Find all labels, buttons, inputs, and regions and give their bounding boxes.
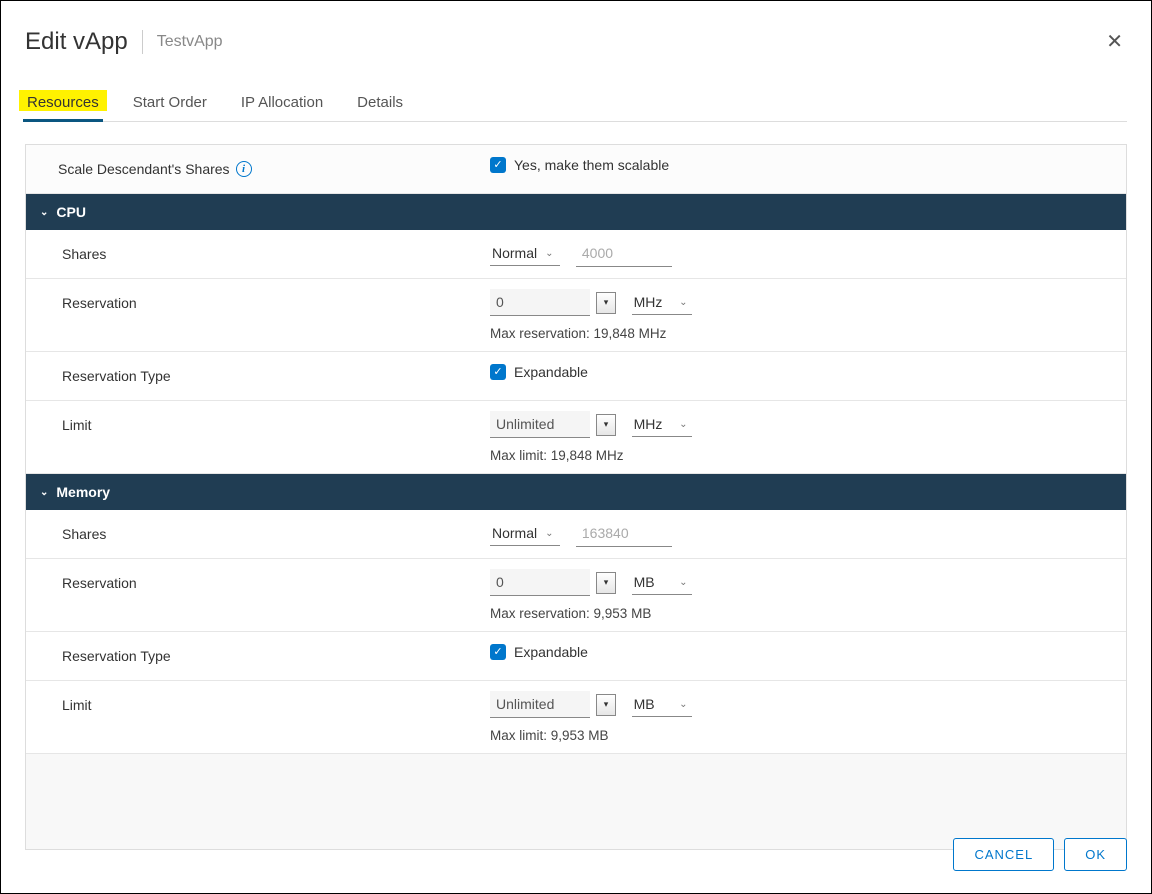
panel-filler xyxy=(26,753,1126,849)
memory-limit-label: Limit xyxy=(26,681,476,753)
tab-label: Resources xyxy=(27,94,99,111)
dialog-header: Edit vApp TestvApp ✕ xyxy=(25,25,1127,58)
memory-limit-row: Limit ▾ MB⌄ Max limit: 9,953 MB xyxy=(26,681,1126,753)
dialog-subtitle: TestvApp xyxy=(157,33,223,51)
tab-resources[interactable]: Resources xyxy=(25,86,101,121)
cpu-reservation-label: Reservation xyxy=(26,279,476,351)
cpu-limit-input[interactable] xyxy=(490,411,590,438)
checkbox-label: Yes, make them scalable xyxy=(514,157,669,173)
memory-shares-row: Shares Normal⌄ xyxy=(26,510,1126,559)
memory-shares-value-input[interactable] xyxy=(576,520,672,547)
cancel-button[interactable]: CANCEL xyxy=(953,838,1054,871)
check-icon: ✓ xyxy=(490,364,506,380)
memory-limit-input[interactable] xyxy=(490,691,590,718)
cpu-limit-unit-select[interactable]: MHz⌄ xyxy=(632,412,692,437)
resources-panel: Scale Descendant's Shares i ✓ Yes, make … xyxy=(25,144,1127,850)
cpu-limit-stepper[interactable]: ▾ xyxy=(596,414,616,436)
dialog-title: Edit vApp xyxy=(25,28,128,56)
divider xyxy=(142,30,143,54)
scale-checkbox[interactable]: ✓ Yes, make them scalable xyxy=(490,157,669,173)
caret-down-icon: ⌄ xyxy=(679,297,687,308)
tab-bar: Resources Start Order IP Allocation Deta… xyxy=(25,86,1127,122)
edit-vapp-dialog: Edit vApp TestvApp ✕ Resources Start Ord… xyxy=(0,0,1152,894)
memory-limit-stepper[interactable]: ▾ xyxy=(596,694,616,716)
memory-reservation-stepper[interactable]: ▾ xyxy=(596,572,616,594)
scale-row: Scale Descendant's Shares i ✓ Yes, make … xyxy=(26,145,1126,194)
checkbox-label: Expandable xyxy=(514,364,588,380)
cpu-limit-label: Limit xyxy=(26,401,476,473)
check-icon: ✓ xyxy=(490,644,506,660)
memory-reservation-row: Reservation ▾ MB⌄ Max reservation: 9,953… xyxy=(26,559,1126,632)
memory-shares-level-select[interactable]: Normal⌄ xyxy=(490,521,560,546)
tab-details[interactable]: Details xyxy=(355,86,405,121)
memory-section-header[interactable]: ⌄ Memory xyxy=(26,474,1126,510)
caret-down-icon: ⌄ xyxy=(679,577,687,588)
cpu-limit-row: Limit ▾ MHz⌄ Max limit: 19,848 MHz xyxy=(26,401,1126,474)
cpu-expandable-checkbox[interactable]: ✓ Expandable xyxy=(490,364,588,380)
section-title: Memory xyxy=(56,484,110,500)
memory-reservation-input[interactable] xyxy=(490,569,590,596)
memory-reservation-label: Reservation xyxy=(26,559,476,631)
cpu-reservation-unit-select[interactable]: MHz⌄ xyxy=(632,290,692,315)
caret-down-icon: ⌄ xyxy=(545,248,553,259)
cpu-reservation-input[interactable] xyxy=(490,289,590,316)
checkbox-label: Expandable xyxy=(514,644,588,660)
memory-limit-unit-select[interactable]: MB⌄ xyxy=(632,692,692,717)
dialog-footer: CANCEL OK xyxy=(953,838,1127,871)
cpu-reservation-help: Max reservation: 19,848 MHz xyxy=(490,326,1112,341)
memory-expandable-checkbox[interactable]: ✓ Expandable xyxy=(490,644,588,660)
tab-start-order[interactable]: Start Order xyxy=(131,86,209,121)
memory-limit-help: Max limit: 9,953 MB xyxy=(490,728,1112,743)
scale-label: Scale Descendant's Shares i xyxy=(26,145,476,193)
cpu-reservation-stepper[interactable]: ▾ xyxy=(596,292,616,314)
cpu-shares-row: Shares Normal⌄ xyxy=(26,230,1126,279)
memory-reservation-type-label: Reservation Type xyxy=(26,632,476,680)
cpu-limit-help: Max limit: 19,848 MHz xyxy=(490,448,1112,463)
chevron-down-icon: ⌄ xyxy=(40,207,48,218)
ok-button[interactable]: OK xyxy=(1064,838,1127,871)
caret-down-icon: ⌄ xyxy=(679,699,687,710)
memory-reservation-unit-select[interactable]: MB⌄ xyxy=(632,570,692,595)
cpu-reservation-type-label: Reservation Type xyxy=(26,352,476,400)
cpu-reservation-row: Reservation ▾ MHz⌄ Max reservation: 19,8… xyxy=(26,279,1126,352)
check-icon: ✓ xyxy=(490,157,506,173)
memory-shares-label: Shares xyxy=(26,510,476,558)
cpu-shares-level-select[interactable]: Normal⌄ xyxy=(490,241,560,266)
caret-down-icon: ⌄ xyxy=(545,528,553,539)
memory-reservation-help: Max reservation: 9,953 MB xyxy=(490,606,1112,621)
cpu-section-header[interactable]: ⌄ CPU xyxy=(26,194,1126,230)
tab-ip-allocation[interactable]: IP Allocation xyxy=(239,86,325,121)
caret-down-icon: ⌄ xyxy=(679,419,687,430)
memory-reservation-type-row: Reservation Type ✓ Expandable xyxy=(26,632,1126,681)
close-icon[interactable]: ✕ xyxy=(1102,25,1127,58)
section-title: CPU xyxy=(56,204,86,220)
cpu-reservation-type-row: Reservation Type ✓ Expandable xyxy=(26,352,1126,401)
info-icon[interactable]: i xyxy=(236,161,252,177)
cpu-shares-label: Shares xyxy=(26,230,476,278)
cpu-shares-value-input[interactable] xyxy=(576,240,672,267)
chevron-down-icon: ⌄ xyxy=(40,487,48,498)
